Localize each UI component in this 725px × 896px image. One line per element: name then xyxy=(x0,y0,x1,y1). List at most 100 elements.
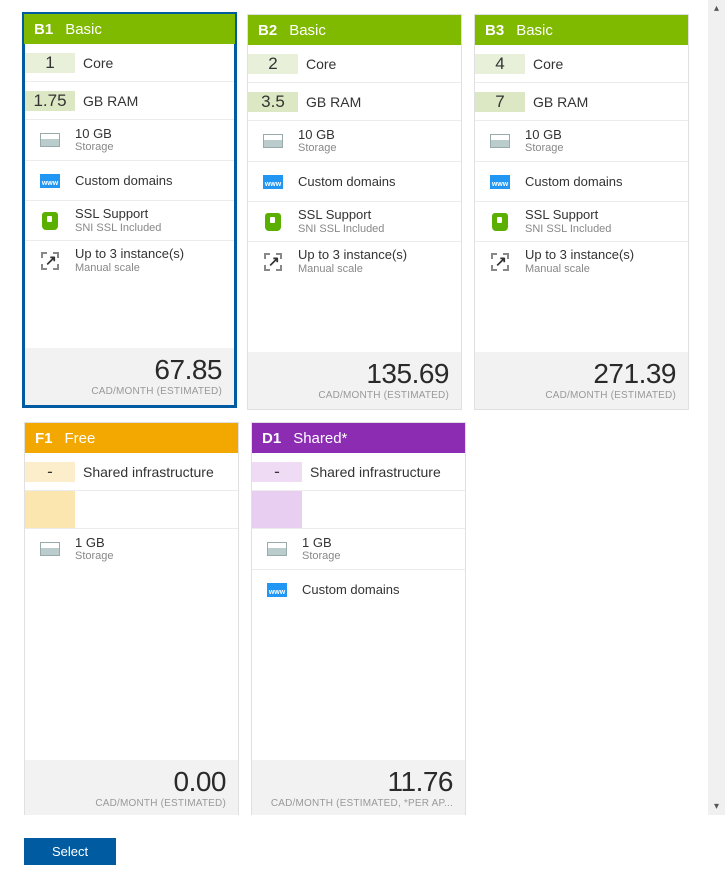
price-box: 67.85 CAD/MONTH (ESTIMATED) xyxy=(25,348,234,405)
feature-ssl: SSL Support SNI SSL Included xyxy=(475,201,688,241)
scrollbar[interactable]: ▴ ▾ xyxy=(708,0,725,815)
tier-code: B2 xyxy=(258,22,277,39)
spec-cores-row: 1 Core xyxy=(25,44,234,82)
price-label: CAD/MONTH (ESTIMATED) xyxy=(37,798,226,809)
infra-dash: - xyxy=(25,462,75,482)
cores-label: Core xyxy=(75,55,113,71)
select-button[interactable]: Select xyxy=(24,838,116,865)
price-label: CAD/MONTH (ESTIMATED, *PER AP... xyxy=(264,798,453,809)
spec-blank-row xyxy=(252,491,465,529)
tier-code: B3 xyxy=(485,22,504,39)
instances-label: Up to 3 instance(s) xyxy=(298,248,461,262)
tier-card-b3[interactable]: B3 Basic 4 Core 7 GB RAM 10 GB Storage w… xyxy=(474,14,689,410)
price-box: 271.39 CAD/MONTH (ESTIMATED) xyxy=(475,352,688,409)
cores-label: Core xyxy=(525,56,563,72)
tier-header: D1 Shared* xyxy=(252,423,465,453)
storage-value: 10 GB xyxy=(75,127,234,141)
scale-icon xyxy=(41,252,59,270)
feature-ssl: SSL Support SNI SSL Included xyxy=(25,200,234,240)
tier-name: Shared* xyxy=(293,430,347,447)
www-icon: www xyxy=(263,175,283,189)
storage-icon xyxy=(40,542,60,556)
storage-value: 10 GB xyxy=(525,128,688,142)
storage-value: 1 GB xyxy=(75,536,238,550)
storage-icon xyxy=(490,134,510,148)
storage-icon xyxy=(40,133,60,147)
ram-label: GB RAM xyxy=(298,94,361,110)
price-value: 271.39 xyxy=(487,358,676,390)
spec-infra-row: - Shared infrastructure xyxy=(252,453,465,491)
spec-cores-row: 2 Core xyxy=(248,45,461,83)
ram-label: GB RAM xyxy=(525,94,588,110)
spec-blank-row xyxy=(25,491,238,529)
instances-sublabel: Manual scale xyxy=(525,263,688,275)
feature-storage: 1 GB Storage xyxy=(25,529,238,569)
instances-sublabel: Manual scale xyxy=(75,262,234,274)
scrollbar-down-icon[interactable]: ▾ xyxy=(708,798,725,815)
infra-dash: - xyxy=(252,462,302,482)
ssl-label: SSL Support xyxy=(75,207,234,221)
ram-value: 3.5 xyxy=(248,92,298,112)
storage-value: 1 GB xyxy=(302,536,465,550)
custom-domains-label: Custom domains xyxy=(298,174,461,189)
tier-card-b1[interactable]: B1 Basic 1 Core 1.75 GB RAM 10 GB Storag… xyxy=(22,12,237,408)
feature-custom-domains: www Custom domains xyxy=(475,161,688,201)
feature-storage: 1 GB Storage xyxy=(252,529,465,569)
storage-label: Storage xyxy=(525,142,688,154)
tier-card-d1[interactable]: D1 Shared* - Shared infrastructure 1 GB … xyxy=(251,422,466,815)
www-icon: www xyxy=(490,175,510,189)
shield-icon xyxy=(265,213,281,231)
ssl-label: SSL Support xyxy=(298,208,461,222)
tier-header: B2 Basic xyxy=(248,15,461,45)
scrollbar-up-icon[interactable]: ▴ xyxy=(708,0,725,17)
storage-value: 10 GB xyxy=(298,128,461,142)
feature-custom-domains: www Custom domains xyxy=(248,161,461,201)
tier-card-b2[interactable]: B2 Basic 2 Core 3.5 GB RAM 10 GB Storage… xyxy=(247,14,462,410)
tier-header: B1 Basic xyxy=(24,14,235,44)
scale-icon xyxy=(491,253,509,271)
price-box: 135.69 CAD/MONTH (ESTIMATED) xyxy=(248,352,461,409)
www-icon: www xyxy=(40,174,60,188)
cores-value: 2 xyxy=(248,54,298,74)
tier-header: B3 Basic xyxy=(475,15,688,45)
price-value: 0.00 xyxy=(37,766,226,798)
storage-label: Storage xyxy=(75,141,234,153)
shield-icon xyxy=(42,212,58,230)
price-label: CAD/MONTH (ESTIMATED) xyxy=(37,386,222,397)
tier-name: Basic xyxy=(516,22,553,39)
tier-header: F1 Free xyxy=(25,423,238,453)
tier-name: Basic xyxy=(65,21,102,38)
cores-value: 4 xyxy=(475,54,525,74)
storage-label: Storage xyxy=(298,142,461,154)
feature-storage: 10 GB Storage xyxy=(248,121,461,161)
price-box: 0.00 CAD/MONTH (ESTIMATED) xyxy=(25,760,238,815)
www-icon: www xyxy=(267,583,287,597)
tier-name: Free xyxy=(65,430,96,447)
instances-label: Up to 3 instance(s) xyxy=(75,247,234,261)
feature-custom-domains: www Custom domains xyxy=(25,160,234,200)
price-label: CAD/MONTH (ESTIMATED) xyxy=(260,390,449,401)
storage-label: Storage xyxy=(75,550,238,562)
feature-ssl: SSL Support SNI SSL Included xyxy=(248,201,461,241)
custom-domains-label: Custom domains xyxy=(75,173,234,188)
footer-bar: Select xyxy=(0,838,715,865)
feature-instances: Up to 3 instance(s) Manual scale xyxy=(25,240,234,280)
cores-value: 1 xyxy=(25,53,75,73)
price-box: 11.76 CAD/MONTH (ESTIMATED, *PER AP... xyxy=(252,760,465,815)
tier-card-f1[interactable]: F1 Free - Shared infrastructure 1 GB Sto… xyxy=(24,422,239,815)
custom-domains-label: Custom domains xyxy=(525,174,688,189)
storage-label: Storage xyxy=(302,550,465,562)
instances-sublabel: Manual scale xyxy=(298,263,461,275)
infra-label: Shared infrastructure xyxy=(302,464,441,480)
feature-storage: 10 GB Storage xyxy=(475,121,688,161)
price-value: 67.85 xyxy=(37,354,222,386)
price-label: CAD/MONTH (ESTIMATED) xyxy=(487,390,676,401)
ssl-sublabel: SNI SSL Included xyxy=(298,223,461,235)
scale-icon xyxy=(264,253,282,271)
ssl-label: SSL Support xyxy=(525,208,688,222)
ram-label: GB RAM xyxy=(75,93,138,109)
instances-label: Up to 3 instance(s) xyxy=(525,248,688,262)
spec-infra-row: - Shared infrastructure xyxy=(25,453,238,491)
storage-icon xyxy=(263,134,283,148)
ssl-sublabel: SNI SSL Included xyxy=(75,222,234,234)
